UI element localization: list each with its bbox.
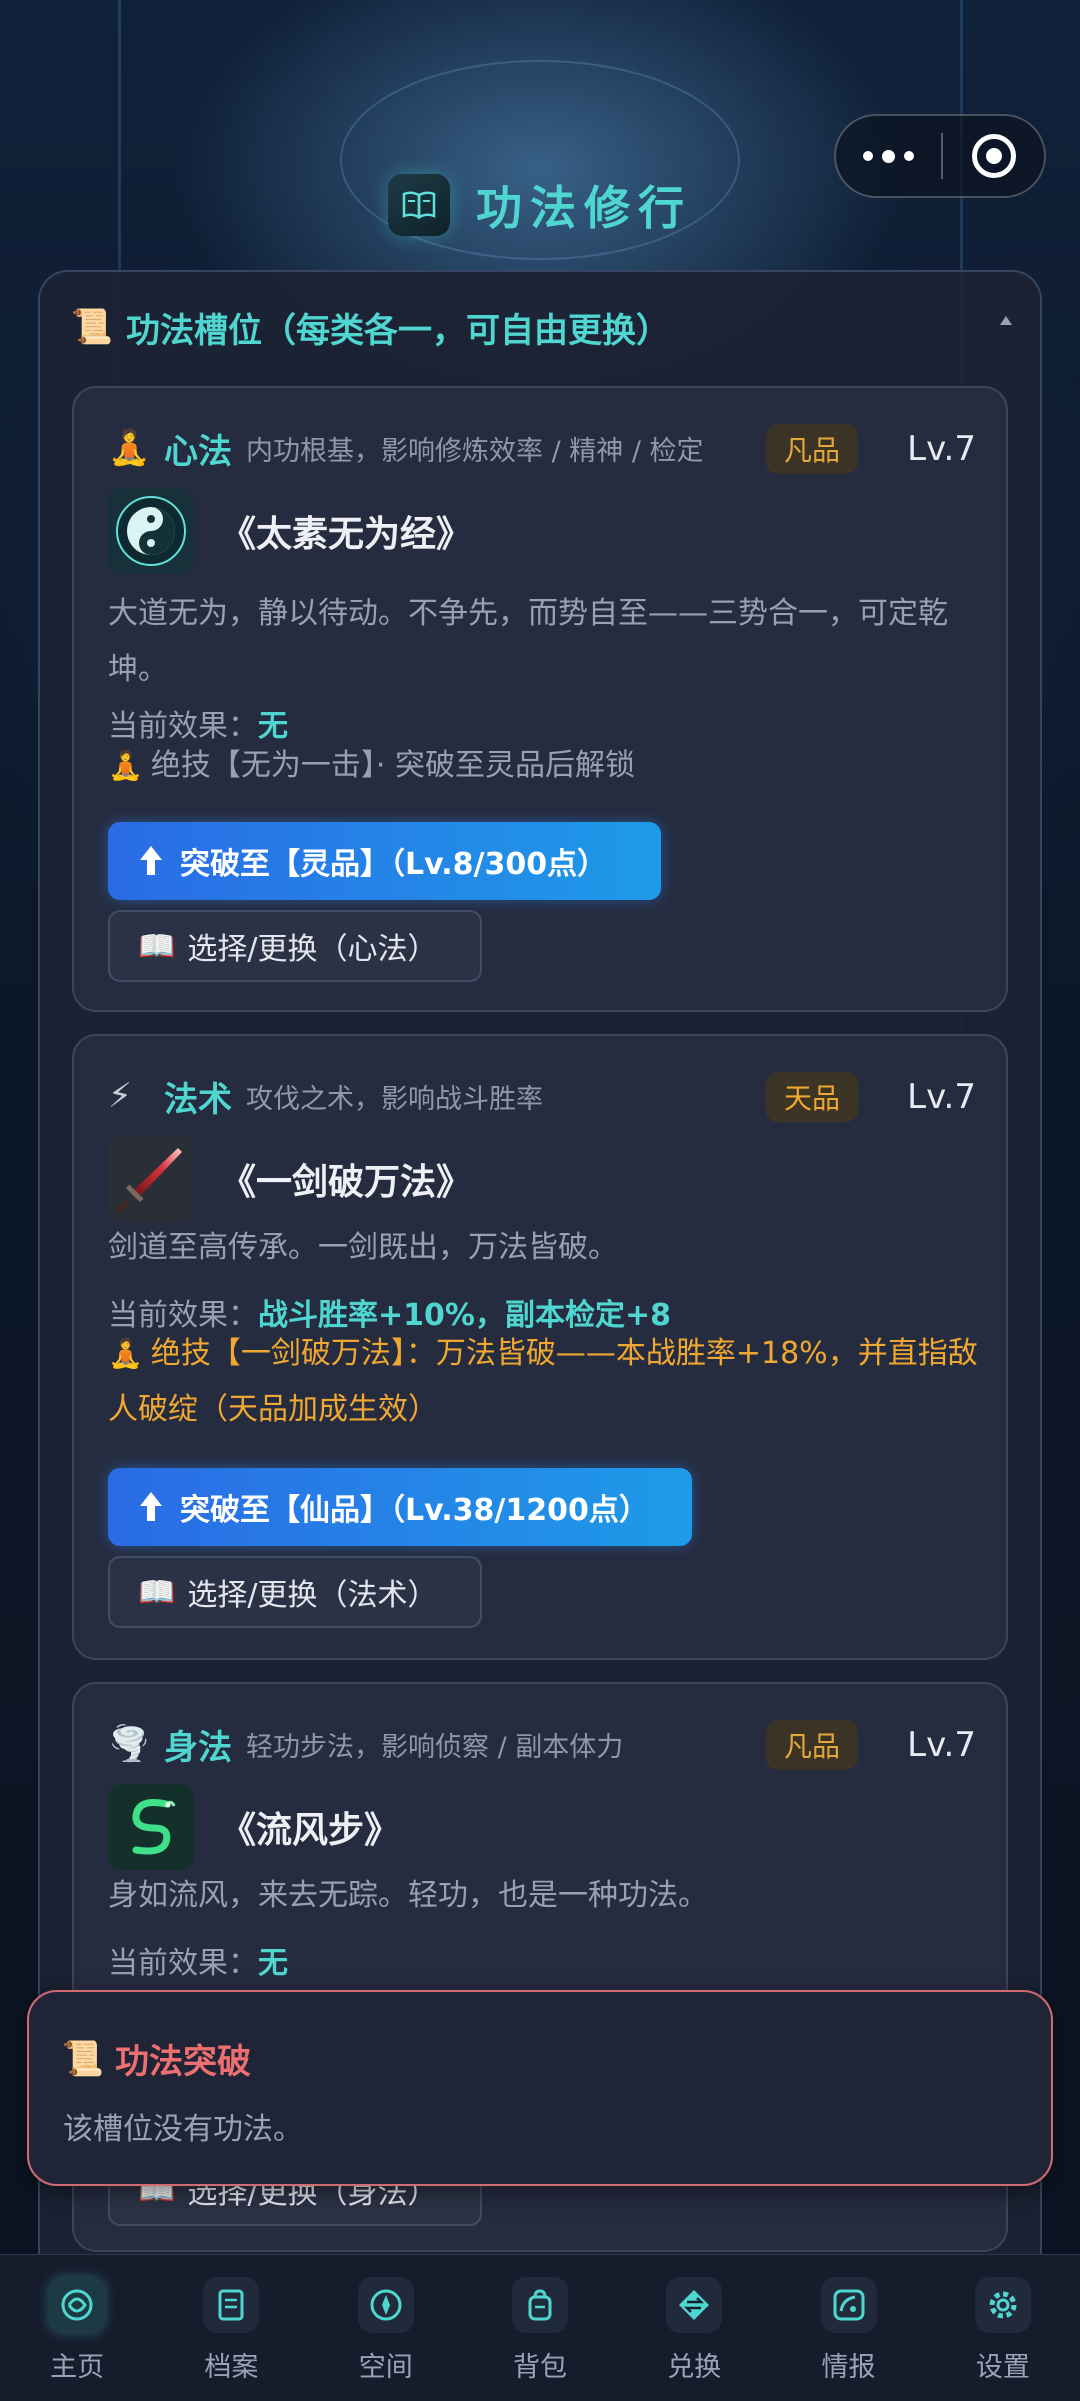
tab-exchange[interactable]: 兑换 — [617, 2255, 771, 2401]
breakthrough-button[interactable]: 突破至【仙品】（Lv.38/1200点） — [108, 1468, 692, 1546]
slot-name: 身法 — [164, 1727, 232, 1768]
tab-archive[interactable]: 档案 — [154, 2255, 308, 2401]
select-label: 选择/更换（法术） — [187, 1578, 438, 1613]
tab-home[interactable]: 主页 — [0, 2255, 154, 2401]
toast-message: 该槽位没有功法。 — [63, 2112, 303, 2147]
lightning-icon: ⚡ — [108, 1076, 132, 1116]
sword-icon — [108, 1136, 194, 1222]
grade-badge: 凡品 — [765, 424, 858, 474]
tab-space[interactable]: 空间 — [309, 2255, 463, 2401]
slot-description: 攻伐之术，影响战斗胜率 — [246, 1083, 543, 1115]
tab-label: 情报 — [821, 2352, 876, 2383]
gear-icon — [974, 2277, 1031, 2333]
tab-settings[interactable]: 设置 — [926, 2255, 1080, 2401]
skill-text: 绝技【无为一击】· 突破至灵品后解锁 — [150, 748, 635, 783]
technique-name: 《一剑破万法》 — [220, 1162, 473, 1203]
slot-description: 内功根基，影响修炼效率 / 精神 / 检定 — [246, 435, 704, 467]
document-icon — [203, 2277, 260, 2333]
page-title: 功法修行 — [476, 181, 692, 235]
open-book-icon — [388, 174, 450, 236]
slot-level: Lv.7 — [907, 429, 976, 469]
slot-name: 心法 — [164, 431, 232, 472]
tab-label: 主页 — [50, 2352, 105, 2383]
tornado-icon: 🌪️ — [108, 1724, 151, 1764]
tab-label: 背包 — [512, 2352, 567, 2383]
skill-text: 绝技【一剑破万法】：万法皆破——本战胜率+18%，并直指敌人破绽（天品加成生效） — [108, 1336, 978, 1427]
book-icon: 📖 — [138, 1574, 176, 1610]
dragon-icon — [108, 1784, 194, 1870]
skill-line: 🧘 绝技【无为一击】· 突破至灵品后解锁 — [108, 738, 988, 794]
tab-label: 档案 — [204, 2352, 259, 2383]
grade-badge: 天品 — [765, 1072, 858, 1122]
effect-label: 当前效果： — [108, 1946, 258, 1981]
exchange-icon — [666, 2277, 723, 2333]
tab-label: 兑换 — [667, 2352, 722, 2383]
meditation-icon: 🧘 — [108, 1337, 143, 1370]
compass-icon — [357, 2277, 414, 2333]
grade-badge: 凡品 — [765, 1720, 858, 1770]
breakthrough-label: 突破至【仙品】（Lv.38/1200点） — [180, 1493, 649, 1528]
slot-level: Lv.7 — [907, 1725, 976, 1765]
arrow-up-icon — [140, 846, 162, 876]
technique-description: 大道无为，静以待动。不争先，而势自至——三势合一，可定乾坤。 — [108, 596, 948, 687]
meditation-icon: 🧘 — [108, 749, 143, 782]
effect-line: 当前效果：无 — [108, 1938, 288, 1982]
panel-header[interactable]: 📜 功法槽位（每类各一，可自由更换） — [70, 302, 1012, 352]
skill-line: 🧘 绝技【一剑破万法】：万法皆破——本战胜率+18%，并直指敌人破绽（天品加成生效… — [108, 1326, 988, 1438]
slot-name: 法术 — [164, 1079, 232, 1120]
select-technique-button[interactable]: 📖 选择/更换（法术） — [108, 1556, 482, 1628]
tab-label: 设置 — [975, 2352, 1030, 2383]
technique-name: 《流风步》 — [220, 1810, 401, 1851]
slot-description: 轻功步法，影响侦察 / 副本体力 — [246, 1731, 624, 1763]
swirl-home-icon — [49, 2277, 106, 2333]
tab-intel[interactable]: 情报 — [771, 2255, 925, 2401]
book-icon: 📖 — [138, 928, 176, 964]
radar-dish-icon — [820, 2277, 877, 2333]
tab-backpack[interactable]: 背包 — [463, 2255, 617, 2401]
technique-description: 身如流风，来去无踪。轻功，也是一种功法。 — [108, 1878, 708, 1913]
panel-title: 功法槽位（每类各一，可自由更换） — [126, 310, 670, 351]
scroll-icon: 📜 — [70, 307, 114, 347]
breakthrough-label: 突破至【灵品】（Lv.8/300点） — [180, 847, 608, 882]
slot-card-fashu: ⚡ 法术 攻伐之术，影响战斗胜率 天品 Lv.7 《一剑破万法》 剑道至高传承。… — [72, 1034, 1008, 1660]
toast-title: 功法突破 — [115, 2042, 251, 2082]
breakthrough-button[interactable]: 突破至【灵品】（Lv.8/300点） — [108, 822, 661, 900]
meditation-icon: 🧘 — [108, 428, 151, 468]
tab-label: 空间 — [358, 2352, 413, 2383]
select-label: 选择/更换（心法） — [187, 932, 438, 967]
caret-up-icon[interactable] — [1000, 316, 1012, 325]
effect-value: 无 — [258, 1946, 288, 1981]
slot-level: Lv.7 — [907, 1077, 976, 1117]
slot-card-xinfa: 🧘 心法 内功根基，影响修炼效率 / 精神 / 检定 凡品 Lv.7 《太素无为… — [72, 386, 1008, 1012]
taiji-icon — [108, 488, 194, 574]
bottom-tab-bar: 主页 档案 空间 背包 兑换 情报 设置 — [0, 2254, 1080, 2401]
page-header: 功法修行 — [0, 168, 1080, 242]
scroll-icon: 📜 — [61, 2038, 105, 2079]
select-technique-button[interactable]: 📖 选择/更换（心法） — [108, 910, 482, 982]
toast-notification: 📜 功法突破 该槽位没有功法。 — [27, 1990, 1053, 2186]
arrow-up-icon — [140, 1492, 162, 1522]
backpack-icon — [511, 2277, 568, 2333]
technique-description: 剑道至高传承。一剑既出，万法皆破。 — [108, 1230, 618, 1265]
technique-name: 《太素无为经》 — [220, 514, 473, 555]
